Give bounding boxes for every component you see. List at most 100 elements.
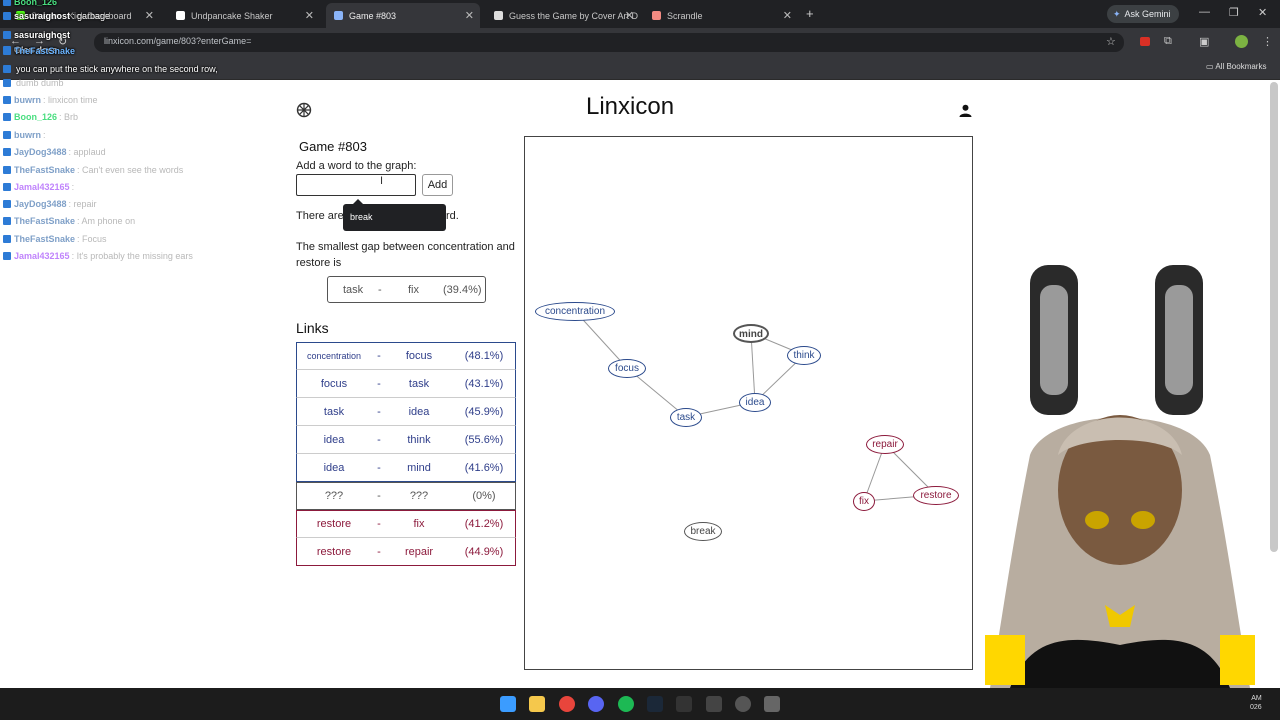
- link-percent: (41.2%): [464, 518, 504, 530]
- graph-node[interactable]: repair: [866, 435, 904, 454]
- link-dash: -: [377, 461, 381, 474]
- extension-icon[interactable]: [1140, 37, 1150, 46]
- discord-icon[interactable]: [588, 696, 604, 712]
- link-dash: -: [377, 518, 381, 530]
- obs-icon[interactable]: [735, 696, 751, 712]
- start-icon[interactable]: [500, 696, 516, 712]
- link-row[interactable]: ??? -??? (0%): [296, 482, 516, 510]
- link-word-a: focus: [320, 377, 348, 390]
- badge-icon: [3, 113, 11, 121]
- link-word-b: repair: [404, 545, 434, 558]
- tab-close-icon[interactable]: ✕: [625, 9, 634, 22]
- app-icon[interactable]: [706, 696, 722, 712]
- user-icon[interactable]: [959, 104, 972, 122]
- badge-icon: [3, 217, 11, 225]
- scrollbar[interactable]: [1270, 82, 1278, 552]
- link-word-a: concentration: [306, 351, 362, 361]
- new-tab-button[interactable]: +: [806, 6, 814, 21]
- chat-username: Jamal432165: [14, 251, 70, 261]
- profile-avatar[interactable]: [1235, 35, 1248, 48]
- tab-3[interactable]: Guess the Game by Cover Art D ✕: [486, 3, 640, 28]
- chat-message: JayDog3488: applaud: [3, 147, 106, 157]
- clock: AM 026: [1250, 695, 1262, 711]
- site-title: Linxicon: [586, 93, 675, 120]
- badge-icon: [3, 200, 11, 208]
- chat-message: TheFastSnake: Focus: [3, 234, 107, 244]
- text-cursor-icon: I: [380, 175, 384, 187]
- badge-icon: [3, 0, 11, 6]
- all-bookmarks[interactable]: ▭ All Bookmarks: [1206, 62, 1266, 71]
- link-word-b: ???: [409, 490, 429, 502]
- spotify-icon[interactable]: [618, 696, 634, 712]
- badge-icon: [3, 12, 11, 20]
- graph-node[interactable]: think: [787, 346, 821, 365]
- link-percent: (44.9%): [464, 545, 504, 558]
- link-row[interactable]: idea - mind (41.6%): [296, 454, 516, 482]
- graph-node[interactable]: fix: [853, 492, 875, 511]
- badge-icon: [3, 47, 11, 55]
- chat-username: Jamal432165: [14, 182, 70, 192]
- tab-4[interactable]: Scrandle ✕: [644, 3, 798, 28]
- file-explorer-icon[interactable]: [529, 696, 545, 712]
- graph-node[interactable]: mind: [733, 324, 769, 343]
- star-icon[interactable]: ☆: [1106, 35, 1116, 48]
- autocomplete-tooltip[interactable]: break: [343, 199, 446, 231]
- badge-icon: [3, 131, 11, 139]
- tab-close-icon[interactable]: ✕: [145, 9, 154, 22]
- add-button[interactable]: Add: [422, 174, 453, 196]
- tab-2[interactable]: Game #803 ✕: [326, 3, 480, 28]
- chat-message: JayDog3488: repair: [3, 199, 97, 209]
- tab-close-icon[interactable]: ✕: [465, 9, 474, 22]
- graph-node[interactable]: idea: [739, 393, 771, 412]
- graph-node[interactable]: restore: [913, 486, 959, 505]
- badge-icon: [3, 65, 11, 73]
- graph-node[interactable]: concentration: [535, 302, 615, 321]
- link-row[interactable]: task - idea (45.9%): [296, 398, 516, 426]
- link-dash: -: [377, 433, 381, 446]
- link-row[interactable]: focus - task (43.1%): [296, 370, 516, 398]
- graph-node[interactable]: task: [670, 408, 702, 427]
- link-row[interactable]: restore - repair (44.9%): [296, 538, 516, 566]
- link-word-a: idea: [323, 461, 345, 474]
- folder-icon: ▭: [1206, 62, 1216, 71]
- ask-gemini-button[interactable]: ✦ Ask Gemini: [1107, 5, 1179, 23]
- graph-edge: [750, 332, 756, 403]
- reload-icon[interactable]: ↻: [58, 35, 67, 48]
- link-word-a: restore: [316, 545, 352, 558]
- window-close-icon[interactable]: ✕: [1258, 6, 1267, 19]
- word-graph[interactable]: concentration focus task idea think mind repai…: [524, 136, 973, 670]
- chat-message: dumb dumb: [3, 78, 64, 88]
- chat-text: : It's probably the missing ears: [71, 251, 193, 261]
- settings-icon[interactable]: [296, 102, 312, 121]
- chrome-icon[interactable]: [559, 696, 575, 712]
- tab-close-icon[interactable]: ✕: [783, 9, 792, 22]
- tab-1[interactable]: Undpancake Shaker ✕: [168, 3, 320, 28]
- badge-icon: [3, 79, 11, 87]
- word-input[interactable]: [296, 174, 416, 196]
- gap-word-a: task: [343, 283, 364, 296]
- settings-app-icon[interactable]: [764, 696, 780, 712]
- sidepanel-icon[interactable]: ▣: [1199, 35, 1209, 48]
- menu-icon[interactable]: ⋮: [1262, 35, 1273, 48]
- steam-icon[interactable]: [647, 696, 663, 712]
- minimize-icon[interactable]: —: [1199, 6, 1210, 18]
- extensions-icon[interactable]: ⧉: [1164, 35, 1172, 48]
- link-dash: -: [377, 545, 381, 558]
- link-percent: (0%): [472, 490, 496, 502]
- chat-username: Boon_126: [14, 0, 58, 7]
- chat-username: TheFastSnake: [14, 234, 76, 244]
- link-row[interactable]: concentration - focus (48.1%): [296, 342, 516, 370]
- chat-text: : repair: [68, 199, 97, 209]
- link-row[interactable]: idea - think (55.6%): [296, 426, 516, 454]
- graph-node[interactable]: break: [684, 522, 722, 541]
- terminal-icon[interactable]: [676, 696, 692, 712]
- chat-username: JayDog3488: [14, 199, 67, 209]
- tab-close-icon[interactable]: ✕: [305, 9, 314, 22]
- link-row[interactable]: restore - fix (41.2%): [296, 510, 516, 538]
- graph-node[interactable]: focus: [608, 359, 646, 378]
- restore-icon[interactable]: ❐: [1229, 6, 1239, 19]
- back-icon[interactable]: ←: [10, 35, 21, 47]
- taskbar: [0, 688, 1280, 720]
- link-word-a: idea: [323, 433, 345, 446]
- forward-icon[interactable]: →: [34, 35, 45, 47]
